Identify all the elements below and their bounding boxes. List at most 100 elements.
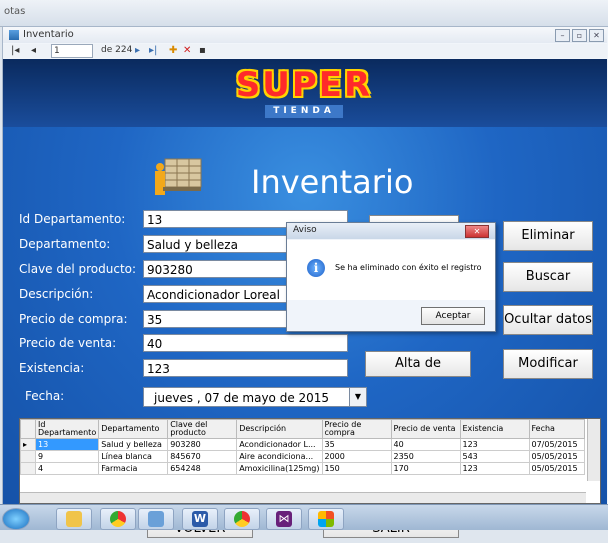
chrome-icon[interactable] xyxy=(100,508,136,530)
grid-cell[interactable]: 2000 xyxy=(321,450,392,463)
vertical-scrollbar[interactable] xyxy=(587,419,600,481)
chevron-down-icon[interactable]: ▼ xyxy=(349,388,366,406)
grid-cell[interactable]: 845670 xyxy=(167,450,238,463)
window-title: Inventario xyxy=(23,29,74,40)
binding-navigator: |◂ ◂ 1 de 224 ▸ ▸| ✚ ✕ ▪ xyxy=(3,44,607,58)
save-icon[interactable]: ▪ xyxy=(199,45,206,56)
grid-cell[interactable]: 05/05/2015 xyxy=(528,462,585,475)
horizontal-scrollbar[interactable] xyxy=(20,492,586,503)
position-input[interactable]: 1 xyxy=(51,44,93,58)
move-next-icon[interactable]: ▸ xyxy=(135,45,140,56)
ocultar-datos-button[interactable]: Ocultar datos xyxy=(503,305,593,335)
restore-icon[interactable]: ▫ xyxy=(572,29,587,42)
label-descripcion: Descripción: xyxy=(19,287,94,301)
row-header[interactable] xyxy=(20,462,36,475)
logo-super-text: SUPER xyxy=(235,65,373,105)
word-icon[interactable]: W xyxy=(182,508,218,530)
grid-cell[interactable]: Salud y belleza xyxy=(98,438,169,451)
inventory-grid[interactable]: Id Departamento Departamento Clave del p… xyxy=(19,418,601,504)
page-title: Inventario xyxy=(251,163,414,201)
add-new-icon[interactable]: ✚ xyxy=(169,45,177,56)
table-row[interactable]: 4 Farmacia 654248 Amoxicilina(125mg) 150… xyxy=(20,462,585,475)
fecha-value: jueves , 07 de mayo de 2015 xyxy=(154,391,330,405)
row-header[interactable] xyxy=(20,450,36,463)
grid-cell[interactable]: 543 xyxy=(459,450,530,463)
info-icon: i xyxy=(307,259,325,277)
visual-studio-icon[interactable]: ⋈ xyxy=(266,508,302,530)
label-id-departamento: Id Departamento: xyxy=(19,212,126,226)
banner: SUPER TIENDA xyxy=(3,59,607,127)
grid-cell[interactable]: 2350 xyxy=(390,450,461,463)
buscar-button[interactable]: Buscar xyxy=(503,262,593,292)
column-header[interactable]: Existencia xyxy=(459,419,530,439)
column-header[interactable]: Id Departamento xyxy=(34,419,100,439)
dialog-title: Aviso xyxy=(293,225,317,235)
dialog-body: i Se ha eliminado con éxito el registro xyxy=(287,240,495,300)
fecha-date-picker[interactable]: jueves , 07 de mayo de 2015 ▼ xyxy=(143,387,367,407)
label-clave-producto: Clave del producto: xyxy=(19,262,137,276)
os-top-bar: otas xyxy=(0,0,608,27)
grid-cell[interactable]: 05/05/2015 xyxy=(528,450,585,463)
existencia-field[interactable]: 123 xyxy=(143,359,348,377)
window-app-icon[interactable] xyxy=(138,508,174,530)
label-precio-venta: Precio de venta: xyxy=(19,336,117,350)
alta-registros-button[interactable]: Alta de registros xyxy=(365,351,471,377)
row-header-corner xyxy=(20,419,36,439)
grid-cell[interactable]: 9 xyxy=(34,450,100,463)
column-header[interactable]: Descripción xyxy=(236,419,323,439)
move-previous-icon[interactable]: ◂ xyxy=(31,45,36,56)
current-row-icon: ▸ xyxy=(20,438,36,451)
move-last-icon[interactable]: ▸| xyxy=(149,45,157,56)
start-orb-icon[interactable] xyxy=(2,508,30,530)
grid-cell[interactable]: 150 xyxy=(321,462,392,475)
windows-app-icon[interactable] xyxy=(308,508,344,530)
column-header[interactable]: Fecha xyxy=(528,419,585,439)
record-count: de 224 xyxy=(101,45,133,55)
label-fecha: Fecha: xyxy=(25,389,65,403)
grid-cell[interactable]: Aire acondiciona... xyxy=(236,450,323,463)
label-departamento: Departamento: xyxy=(19,237,111,251)
grid-cell[interactable]: 654248 xyxy=(167,462,238,475)
aviso-dialog: Aviso ✕ i Se ha eliminado con éxito el r… xyxy=(286,222,496,332)
grid-cell[interactable]: 35 xyxy=(321,438,392,451)
grid-cell[interactable]: 903280 xyxy=(167,438,238,451)
grid-cell[interactable]: 4 xyxy=(34,462,100,475)
table-row[interactable]: ▸ 13 Salud y belleza 903280 Acondicionad… xyxy=(20,438,585,451)
grid-cell[interactable]: Farmacia xyxy=(98,462,169,475)
label-precio-compra: Precio de compra: xyxy=(19,312,128,326)
close-icon[interactable]: ✕ xyxy=(465,225,489,238)
grid-cell[interactable]: 170 xyxy=(390,462,461,475)
column-header[interactable]: Precio de venta xyxy=(390,419,461,439)
modificar-button[interactable]: Modificar xyxy=(503,349,593,379)
label-existencia: Existencia: xyxy=(19,361,85,375)
move-first-icon[interactable]: |◂ xyxy=(11,45,19,56)
grid-cell[interactable]: 07/05/2015 xyxy=(528,438,585,451)
file-explorer-icon[interactable] xyxy=(56,508,92,530)
eliminar-button[interactable]: Eliminar xyxy=(503,221,593,251)
os-top-label: otas xyxy=(4,6,26,17)
grid-cell[interactable]: Amoxicilina(125mg) xyxy=(236,462,323,475)
grid-cell[interactable]: Línea blanca xyxy=(98,450,169,463)
chrome-icon[interactable] xyxy=(224,508,260,530)
delete-icon[interactable]: ✕ xyxy=(183,45,191,56)
aceptar-button[interactable]: Aceptar xyxy=(421,307,485,325)
grid-cell[interactable]: 123 xyxy=(459,462,530,475)
minimize-icon[interactable]: – xyxy=(555,29,570,42)
dialog-titlebar: Aviso ✕ xyxy=(287,223,495,239)
grid-header-row: Id Departamento Departamento Clave del p… xyxy=(20,419,585,439)
logo-tienda-text: TIENDA xyxy=(265,105,343,118)
boxes-icon xyxy=(155,158,202,195)
grid-cell[interactable]: 40 xyxy=(390,438,461,451)
dialog-message: Se ha eliminado con éxito el registro xyxy=(335,263,482,272)
column-header[interactable]: Precio de compra xyxy=(321,419,392,439)
grid-cell[interactable]: Acondicionador L... xyxy=(236,438,323,451)
table-row[interactable]: 9 Línea blanca 845670 Aire acondiciona..… xyxy=(20,450,585,463)
precio-venta-field[interactable]: 40 xyxy=(143,334,348,352)
column-header[interactable]: Departamento xyxy=(98,419,169,439)
column-header[interactable]: Clave del producto xyxy=(167,419,238,439)
close-icon[interactable]: ✕ xyxy=(589,29,604,42)
app-icon xyxy=(9,30,19,40)
grid-table: Id Departamento Departamento Clave del p… xyxy=(20,419,585,475)
grid-cell[interactable]: 123 xyxy=(459,438,530,451)
grid-cell[interactable]: 13 xyxy=(34,438,100,451)
